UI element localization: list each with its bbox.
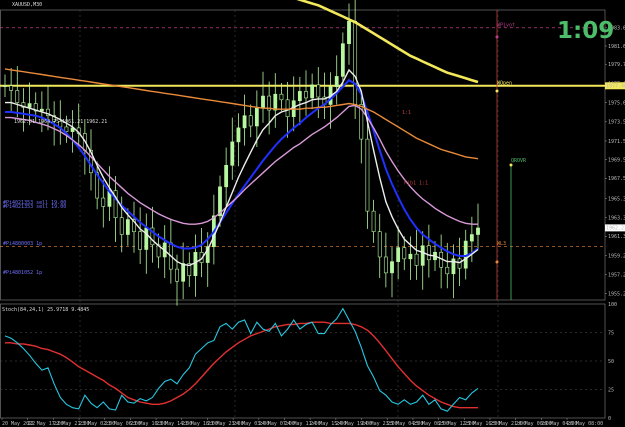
candle-body <box>101 197 106 207</box>
candle-body <box>457 258 462 269</box>
price-tick-label: 1969.50 <box>608 157 625 163</box>
candle-body <box>125 219 130 235</box>
wl3-dot <box>495 260 499 264</box>
candle-body <box>402 247 407 260</box>
candle-body <box>248 115 253 127</box>
price-tick-label: 1963.30 <box>608 215 625 221</box>
chart-canvas: WPivot WOpen QROVR WL3 #Pi4800003 1p #Pi48010… <box>0 0 625 427</box>
candle-body <box>420 245 425 266</box>
candle-body <box>304 91 308 99</box>
stoch-tick-label: 75 <box>608 330 614 336</box>
wopen-dot <box>495 89 499 93</box>
candle-body <box>119 217 124 235</box>
price-tick-label: 1955.20 <box>608 291 625 297</box>
candle-body <box>476 227 480 235</box>
candle-body <box>144 227 149 250</box>
candle-body <box>64 126 69 132</box>
current-price-label: 1962.21 <box>606 226 625 232</box>
price-tick-label: 1979.70 <box>608 62 625 68</box>
stoch-main-line <box>4 307 479 412</box>
candle-body <box>3 85 7 87</box>
candle-body <box>254 107 259 127</box>
stoch-tick-label: 100 <box>608 302 617 308</box>
level-label: WOpen <box>497 80 512 86</box>
candle-body <box>469 234 474 242</box>
qrovr-dot <box>509 163 513 167</box>
panel-frames <box>0 9 606 419</box>
candle-body <box>396 247 401 262</box>
price-tick-label: 1965.35 <box>608 196 625 202</box>
price-tick-label: 1959.25 <box>608 253 625 259</box>
candle-body <box>383 256 388 274</box>
candle-body <box>310 84 315 99</box>
candle-body <box>408 253 413 260</box>
candle-body <box>261 95 265 109</box>
bar-timer: 1:09 <box>557 18 615 44</box>
level-label: WPivot <box>497 22 515 28</box>
level-label: Fib1 1:1 <box>404 180 428 186</box>
level-label: #Pi4800003 1p <box>3 241 42 247</box>
candle-body <box>285 99 290 117</box>
stoch-tick-label: 50 <box>608 359 614 365</box>
candle-body <box>138 231 143 250</box>
candle-body <box>340 43 345 77</box>
ma-line-ma_yellow <box>296 0 479 84</box>
candle-body <box>390 261 394 274</box>
candle-body <box>175 268 179 282</box>
candle-body <box>242 115 247 129</box>
time-axis: 20 May 202222 May 17:0022 May 21:0023 Ma… <box>1 418 603 427</box>
moving-averages <box>4 0 479 267</box>
candle-body <box>426 245 431 261</box>
candle-body <box>316 84 321 98</box>
candle-body <box>39 108 44 112</box>
candle-body <box>9 85 14 91</box>
price-tick-label: 1981.65 <box>608 44 625 50</box>
candle-body <box>334 76 339 88</box>
price-tick-label: 1961.30 <box>608 234 625 240</box>
stoch-signal-line <box>5 321 478 409</box>
candle-body <box>236 127 241 143</box>
ohlc-caption: 1962.01 1964.75 1961.21 1962.21 <box>14 119 107 125</box>
stoch-caption: Stoch(84,24,1) 25.9718 9.4845 <box>2 307 89 313</box>
candle-body <box>365 138 370 212</box>
candle-body <box>27 103 32 108</box>
ma-line-ma_fast <box>5 78 479 257</box>
price-tick-label: 1975.60 <box>608 100 625 106</box>
level-label: #Pi4801052 1p <box>3 270 42 276</box>
wpivot-dot <box>495 35 499 39</box>
candle-body <box>347 20 351 44</box>
price-tick-label: 1957.20 <box>608 273 625 279</box>
candle-body <box>371 210 376 233</box>
candle-body <box>445 266 450 275</box>
candle-body <box>193 251 198 276</box>
stochastic-panel: 100 75 50 25 0 <box>0 302 617 422</box>
candle-body <box>273 93 278 111</box>
level-labels: WPivot WOpen QROVR WL3 #Pi4800003 1p #Pi48010… <box>3 22 527 276</box>
candles <box>3 0 480 306</box>
ma-line-ma_white <box>5 68 479 267</box>
price-tick-label: 1971.50 <box>608 139 625 145</box>
candle-body <box>224 164 229 188</box>
wopen-price-label: 1977.40 <box>606 84 625 90</box>
candle-body <box>279 93 284 101</box>
level-label: WL3 <box>497 241 506 247</box>
time-tick-label: 26 May 08:00 <box>567 421 603 427</box>
level-label: #Pi4021353 sell 19.00 <box>3 204 66 210</box>
price-tick-label: 1967.50 <box>608 176 625 182</box>
candle-body <box>377 231 382 258</box>
chart-window: WPivot WOpen QROVR WL3 #Pi4800003 1p #Pi48010… <box>0 0 625 427</box>
candle-body <box>15 90 20 103</box>
price-axis: 1983.601981.651979.701977.601975.601973.… <box>605 26 625 297</box>
stoch-tick-label: 25 <box>608 387 614 393</box>
candle-body <box>353 20 358 105</box>
stoch-tick-label: 0 <box>608 416 611 422</box>
price-tick-label: 1973.55 <box>608 120 625 126</box>
chart-symbol-caption: XAUUSD,M30 <box>12 2 42 8</box>
candle-body <box>297 91 302 102</box>
level-label: 1:1 <box>402 110 411 116</box>
level-label: QROVR <box>511 158 527 164</box>
candle-body <box>181 263 186 282</box>
candle-body <box>414 253 419 266</box>
candle-body <box>230 141 235 166</box>
